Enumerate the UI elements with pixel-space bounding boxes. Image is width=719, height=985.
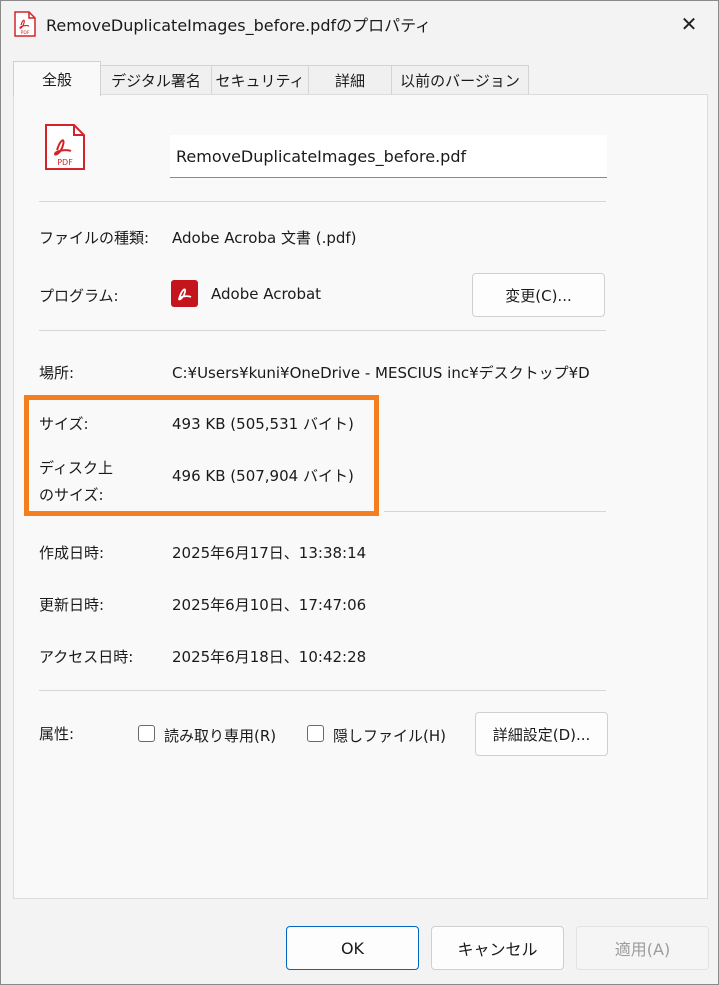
modified-label: 更新日時: — [39, 596, 105, 614]
created-label: 作成日時: — [39, 544, 105, 562]
divider — [39, 201, 606, 202]
ok-button-label: OK — [340, 938, 365, 958]
size-value: 493 KB (505,531 バイト) — [172, 415, 354, 433]
file-type-value: Adobe Acroba 文書 (.pdf) — [172, 229, 357, 247]
readonly-label: 読み取り専用(R) — [164, 727, 277, 745]
close-icon: ✕ — [680, 12, 698, 36]
attributes-label: 属性: — [39, 725, 75, 743]
change-program-button[interactable]: 変更(C)... — [472, 273, 605, 317]
divider — [39, 690, 606, 691]
pdf-file-icon: PDF — [14, 11, 36, 41]
tab-bar: 全般 デジタル署名 セキュリティ 詳細 以前のバージョン — [13, 61, 713, 96]
tab-general-label: 全般 — [41, 70, 72, 89]
title-bar: PDF RemoveDuplicateImages_before.pdfのプロパ… — [1, 1, 718, 47]
ok-button[interactable]: OK — [286, 926, 419, 970]
hidden-checkbox[interactable] — [307, 725, 324, 742]
svg-text:PDF: PDF — [21, 30, 30, 36]
size-label: サイズ: — [39, 415, 89, 433]
pdf-document-icon: PDF — [44, 123, 86, 175]
program-label: プログラム: — [39, 287, 119, 305]
tab-security[interactable]: セキュリティ — [211, 65, 309, 95]
file-name-field[interactable]: RemoveDuplicateImages_before.pdf — [170, 135, 607, 178]
divider — [384, 511, 606, 512]
divider — [39, 330, 606, 331]
accessed-label: アクセス日時: — [39, 648, 134, 666]
hidden-label: 隠しファイル(H) — [333, 727, 446, 745]
general-tab-panel: PDF RemoveDuplicateImages_before.pdf ファイ… — [13, 94, 708, 899]
accessed-value: 2025年6月18日、10:42:28 — [172, 648, 367, 666]
file-type-label: ファイルの種類: — [39, 229, 150, 247]
advanced-settings-button-label: 詳細設定(D)... — [492, 725, 591, 744]
apply-button-label: 適用(A) — [614, 940, 671, 959]
modified-value: 2025年6月10日、17:47:06 — [172, 596, 367, 614]
svg-text:PDF: PDF — [57, 158, 73, 167]
close-button[interactable]: ✕ — [660, 1, 718, 47]
location-value: C:¥Users¥kuni¥OneDrive - MESCIUS inc¥デスク… — [172, 364, 590, 382]
program-value: Adobe Acrobat — [211, 285, 322, 303]
tab-details[interactable]: 詳細 — [308, 65, 392, 95]
tab-digital-signatures-label: デジタル署名 — [111, 72, 201, 90]
readonly-checkbox[interactable] — [138, 725, 155, 742]
window-title: RemoveDuplicateImages_before.pdfのプロパティ — [46, 16, 432, 35]
apply-button[interactable]: 適用(A) — [576, 926, 709, 970]
file-name-value: RemoveDuplicateImages_before.pdf — [176, 146, 467, 166]
tab-details-label: 詳細 — [334, 72, 365, 90]
disk-size-label-line1: ディスク上 — [39, 459, 113, 477]
tab-digital-signatures[interactable]: デジタル署名 — [100, 65, 212, 95]
tab-previous-versions[interactable]: 以前のバージョン — [391, 65, 529, 95]
cancel-button[interactable]: キャンセル — [431, 926, 564, 970]
location-label: 場所: — [39, 364, 75, 382]
tab-security-label: セキュリティ — [215, 72, 305, 90]
acrobat-app-icon — [171, 280, 198, 311]
disk-size-label-line2: のサイズ: — [39, 486, 104, 504]
created-value: 2025年6月17日、13:38:14 — [172, 544, 367, 562]
tab-previous-versions-label: 以前のバージョン — [400, 72, 520, 90]
disk-size-value: 496 KB (507,904 バイト) — [172, 467, 354, 485]
tab-general[interactable]: 全般 — [13, 61, 101, 96]
cancel-button-label: キャンセル — [457, 940, 538, 959]
change-program-button-label: 変更(C)... — [505, 286, 572, 305]
advanced-settings-button[interactable]: 詳細設定(D)... — [475, 712, 608, 756]
properties-dialog: PDF RemoveDuplicateImages_before.pdfのプロパ… — [0, 0, 719, 985]
